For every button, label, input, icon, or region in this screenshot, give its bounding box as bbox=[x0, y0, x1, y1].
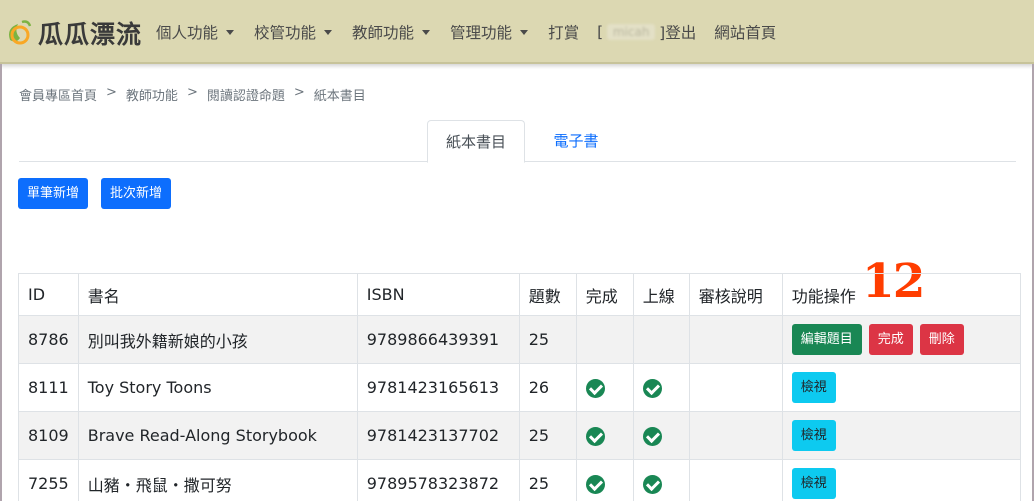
cell-id: 8111 bbox=[18, 363, 79, 412]
col-id-header: ID bbox=[18, 273, 79, 316]
cell-count: 26 bbox=[518, 363, 577, 412]
nav-personal-label: 個人功能 bbox=[156, 24, 219, 42]
cell-done bbox=[575, 315, 634, 364]
view-button[interactable]: 檢視 bbox=[791, 468, 836, 499]
breadcrumb-quiz[interactable]: 閱讀認證命題 bbox=[207, 85, 285, 104]
nav-menu: 個人功能 校管功能 教師功能 管理功能 打賞 [ micah ]登出 網站首頁 bbox=[156, 21, 794, 43]
cell-review bbox=[688, 459, 783, 501]
nav-manage-label: 管理功能 bbox=[450, 24, 513, 42]
cell-title: Brave Read-Along Storybook bbox=[77, 411, 358, 460]
cell-isbn: 9789578323872 bbox=[356, 459, 520, 501]
caret-down-icon bbox=[520, 29, 529, 35]
table-row: 8111 Toy Story Toons 9781423165613 26 檢視 bbox=[18, 363, 1021, 412]
book-type-tabs: 紙本書目 電子書 bbox=[19, 120, 1016, 163]
book-table: ID 書名 ISBN 題數 完成 上線 審核說明 功能操作 8786 別叫我外籍… bbox=[18, 273, 1021, 501]
table-row: 8786 別叫我外籍新娘的小孩 9789866439391 25 編輯題目 完成刪… bbox=[18, 315, 1021, 364]
cell-online bbox=[632, 363, 690, 412]
cell-actions: 檢視 bbox=[781, 459, 1021, 501]
cell-done bbox=[575, 459, 634, 501]
batch-add-button[interactable]: 批次新增 bbox=[101, 178, 172, 209]
cell-id: 8786 bbox=[18, 315, 79, 364]
check-circle-icon bbox=[642, 474, 662, 494]
cell-title: 別叫我外籍新娘的小孩 bbox=[77, 315, 358, 364]
col-title-header: 書名 bbox=[77, 273, 358, 316]
table-row: 7255 山豬・飛鼠・撒可努 9789578323872 25 檢視 bbox=[18, 459, 1021, 501]
col-review-header: 審核說明 bbox=[688, 273, 783, 316]
check-circle-icon bbox=[585, 378, 605, 398]
cell-online bbox=[632, 315, 690, 364]
cell-id: 7255 bbox=[18, 459, 79, 501]
melon-logo-icon bbox=[9, 20, 32, 45]
breadcrumb-separator: > bbox=[106, 85, 117, 100]
cell-actions: 編輯題目 完成 刪除 bbox=[781, 315, 1021, 364]
breadcrumb-member-home[interactable]: 會員專區首頁 bbox=[19, 85, 97, 104]
cell-count: 25 bbox=[518, 315, 577, 364]
tab-paper-books[interactable]: 紙本書目 bbox=[427, 120, 525, 163]
cell-id: 8109 bbox=[18, 411, 79, 460]
cell-done bbox=[575, 411, 634, 460]
nav-teacher-dropdown[interactable]: 教師功能 bbox=[352, 21, 431, 43]
cell-title: Toy Story Toons bbox=[77, 363, 358, 412]
cell-count: 25 bbox=[518, 411, 577, 460]
single-add-button[interactable]: 單筆新增 bbox=[18, 178, 89, 209]
breadcrumb-teacher[interactable]: 教師功能 bbox=[126, 85, 178, 104]
breadcrumb-separator: > bbox=[293, 85, 305, 100]
cell-actions: 檢視 bbox=[781, 411, 1021, 460]
breadcrumb-current: 紙本書目 bbox=[313, 89, 366, 104]
cell-review bbox=[688, 315, 783, 364]
col-isbn-header: ISBN bbox=[356, 273, 520, 316]
delete-button[interactable]: 刪除 bbox=[919, 324, 964, 355]
cell-isbn: 9781423137702 bbox=[356, 411, 520, 460]
user-bracket-open: [ bbox=[597, 23, 604, 41]
breadcrumb-separator: > bbox=[186, 85, 198, 100]
view-button[interactable]: 檢視 bbox=[791, 372, 836, 403]
check-circle-icon bbox=[585, 426, 605, 446]
nav-donate-link[interactable]: 打賞 bbox=[548, 21, 579, 43]
nav-site-home-link[interactable]: 網站首頁 bbox=[714, 21, 776, 43]
col-count-header: 題數 bbox=[518, 273, 577, 316]
user-name-blurred: micah bbox=[607, 24, 656, 40]
caret-down-icon bbox=[226, 29, 235, 35]
brand-name: 瓜瓜漂流 bbox=[38, 20, 143, 49]
table-row: 8109 Brave Read-Along Storybook 97814231… bbox=[18, 411, 1021, 460]
cell-review bbox=[688, 363, 783, 412]
nav-personal-dropdown[interactable]: 個人功能 bbox=[156, 21, 235, 43]
view-button[interactable]: 檢視 bbox=[791, 420, 836, 451]
top-navbar: 瓜瓜漂流 個人功能 校管功能 教師功能 管理功能 打賞 [ micah ]登出 … bbox=[0, 0, 1034, 64]
complete-button[interactable]: 完成 bbox=[868, 324, 913, 355]
cell-actions: 檢視 bbox=[781, 363, 1021, 412]
check-circle-icon bbox=[642, 378, 662, 398]
breadcrumb: 會員專區首頁 > 教師功能 > 閱讀認證命題 > 紙本書目 bbox=[19, 85, 366, 104]
cell-count: 25 bbox=[518, 459, 577, 501]
logout-link[interactable]: [ micah ]登出 bbox=[597, 21, 696, 43]
edit-questions-button[interactable]: 編輯題目 bbox=[791, 324, 862, 355]
col-done-header: 完成 bbox=[575, 273, 634, 316]
cell-isbn: 9789866439391 bbox=[356, 315, 520, 364]
table-header-row: ID 書名 ISBN 題數 完成 上線 審核說明 功能操作 bbox=[18, 273, 1021, 316]
nav-school-admin-dropdown[interactable]: 校管功能 bbox=[254, 21, 333, 43]
logout-label: ]登出 bbox=[659, 24, 697, 42]
cell-online bbox=[632, 411, 690, 460]
cell-online bbox=[632, 459, 690, 501]
caret-down-icon bbox=[324, 29, 333, 35]
brand-logo[interactable]: 瓜瓜漂流 bbox=[4, 14, 142, 52]
page-border-left bbox=[0, 64, 2, 501]
nav-school-admin-label: 校管功能 bbox=[254, 24, 317, 42]
cell-review bbox=[688, 411, 783, 460]
cell-title: 山豬・飛鼠・撒可努 bbox=[77, 459, 358, 501]
tab-ebooks[interactable]: 電子書 bbox=[531, 120, 621, 162]
check-circle-icon bbox=[585, 474, 605, 494]
nav-teacher-label: 教師功能 bbox=[352, 24, 415, 42]
cell-isbn: 9781423165613 bbox=[356, 363, 520, 412]
cell-done bbox=[575, 363, 634, 412]
caret-down-icon bbox=[422, 29, 431, 35]
col-actions-header: 功能操作 bbox=[781, 273, 1021, 316]
col-online-header: 上線 bbox=[632, 273, 690, 316]
check-circle-icon bbox=[642, 426, 662, 446]
nav-manage-dropdown[interactable]: 管理功能 bbox=[450, 21, 529, 43]
